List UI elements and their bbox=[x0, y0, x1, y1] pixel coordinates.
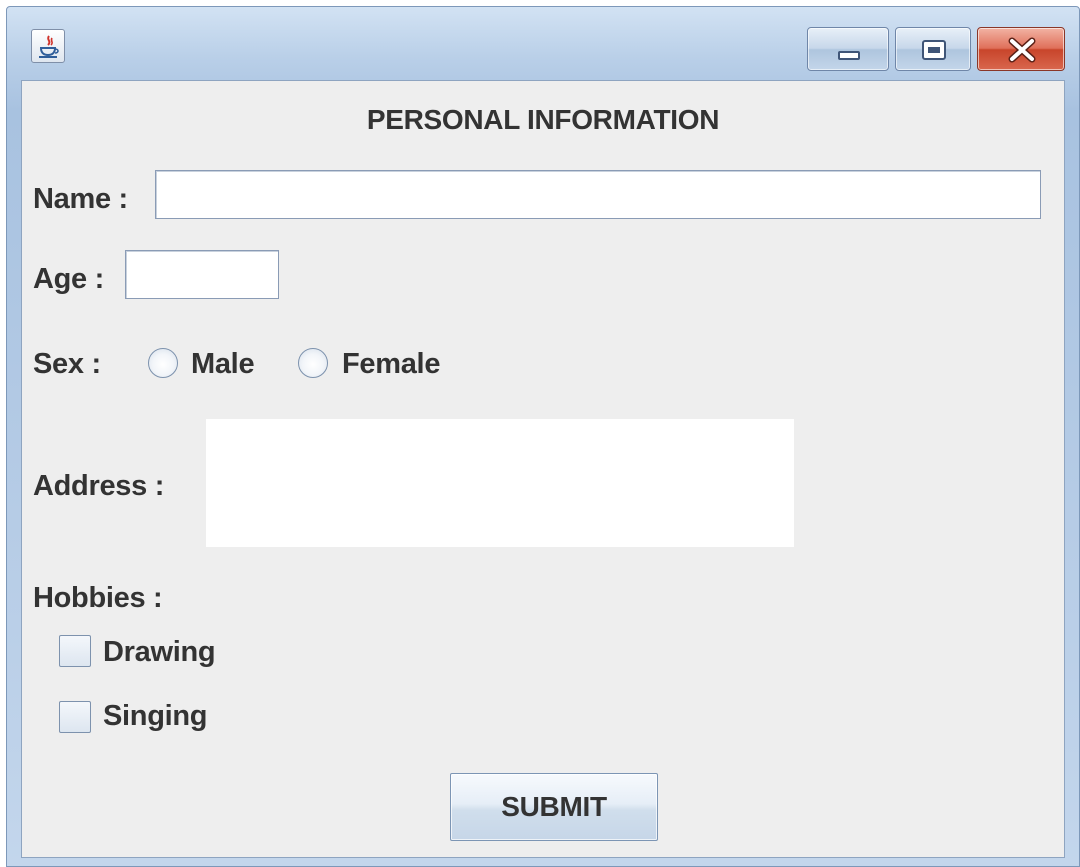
drawing-checkbox-label[interactable]: Drawing bbox=[103, 638, 216, 667]
female-radio-label[interactable]: Female bbox=[342, 350, 440, 379]
address-label: Address : bbox=[33, 470, 165, 502]
sex-label: Sex : bbox=[33, 348, 101, 380]
singing-checkbox-label[interactable]: Singing bbox=[103, 702, 208, 731]
submit-button[interactable]: SUBMIT bbox=[450, 773, 658, 841]
hobbies-label: Hobbies : bbox=[33, 582, 163, 614]
close-icon bbox=[1008, 37, 1036, 63]
form-panel: PERSONAL INFORMATION Name : Age : Sex : … bbox=[21, 80, 1065, 858]
address-textarea[interactable] bbox=[206, 419, 794, 547]
name-label: Name : bbox=[33, 183, 128, 215]
drawing-checkbox[interactable] bbox=[59, 635, 91, 667]
app-window: PERSONAL INFORMATION Name : Age : Sex : … bbox=[6, 6, 1080, 867]
minimize-button[interactable] bbox=[807, 27, 889, 71]
male-radio-label[interactable]: Male bbox=[191, 350, 255, 379]
title-bar[interactable] bbox=[7, 7, 1079, 79]
form-title: PERSONAL INFORMATION bbox=[366, 104, 720, 135]
age-label: Age : bbox=[33, 263, 105, 295]
name-field[interactable] bbox=[155, 170, 1041, 219]
maximize-button[interactable] bbox=[895, 27, 971, 71]
female-radio[interactable] bbox=[298, 348, 328, 378]
age-field[interactable] bbox=[125, 250, 279, 299]
maximize-icon bbox=[922, 40, 946, 60]
singing-checkbox[interactable] bbox=[59, 701, 91, 733]
java-coffee-icon[interactable] bbox=[31, 29, 65, 63]
male-radio[interactable] bbox=[148, 348, 178, 378]
minimize-icon bbox=[838, 51, 860, 60]
close-button[interactable] bbox=[977, 27, 1065, 71]
